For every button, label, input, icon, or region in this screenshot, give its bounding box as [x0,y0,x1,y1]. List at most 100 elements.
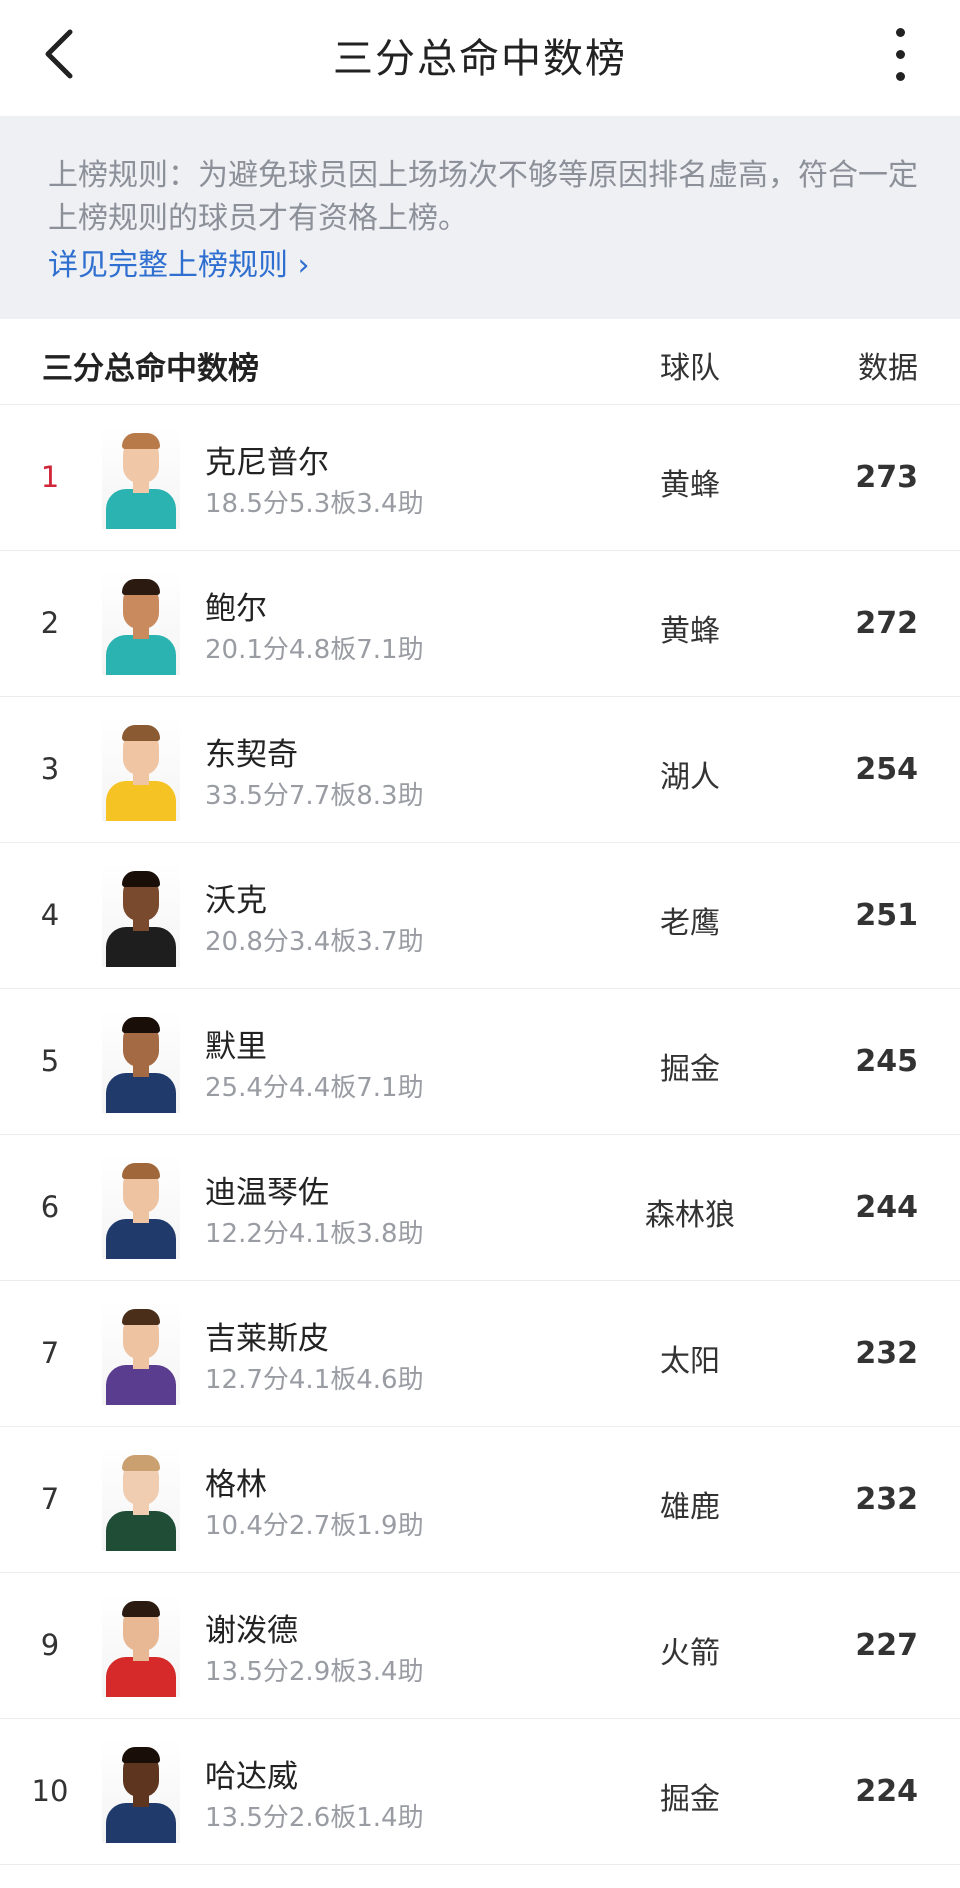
stat-value: 245 [855,1044,918,1079]
player-stats: 25.4分4.4板7.1助 [205,1073,424,1103]
rank-number: 2 [40,606,60,640]
rank-number: 6 [40,1190,60,1224]
team-name: 湖人 [660,760,720,795]
stat-value: 232 [855,1482,918,1517]
player-stats: 13.5分2.6板1.4助 [205,1803,424,1833]
more-vertical-icon-dot [896,50,905,59]
player-avatar[interactable] [102,863,180,967]
rank-number: 7 [40,1336,60,1370]
table-row[interactable]: 9 谢泼德 13.5分2.9板3.4助 火箭 227 [0,1573,960,1719]
table-header: 三分总命中数榜 球队 数据 [0,319,960,405]
stat-value: 272 [855,606,918,641]
player-name[interactable]: 谢泼德 [205,1605,298,1650]
avatar-jersey [106,1657,176,1697]
avatar-jersey [106,635,176,675]
player-name[interactable]: 迪温琴佐 [205,1167,329,1212]
stat-value: 251 [855,898,918,933]
rank-number: 10 [31,1774,69,1808]
player-stats: 10.4分2.7板1.9助 [205,1511,424,1541]
avatar-jersey [106,1365,176,1405]
rank-number: 5 [40,1044,60,1078]
table-row[interactable]: 6 迪温琴佐 12.2分4.1板3.8助 森林狼 244 [0,1135,960,1281]
rules-text: 上榜规则：为避免球员因上场场次不够等原因排名虚高，符合一定上榜规则的球员才有资格… [48,158,918,236]
avatar-jersey [106,781,176,821]
player-stats: 33.5分7.7板8.3助 [205,781,424,811]
rank-number: 9 [40,1628,60,1662]
avatar-jersey [106,1511,176,1551]
player-name[interactable]: 吉莱斯皮 [205,1313,329,1358]
page-title: 三分总命中数榜 [333,36,627,82]
team-name: 太阳 [660,1344,720,1379]
rules-panel: 上榜规则：为避免球员因上场场次不够等原因排名虚高，符合一定上榜规则的球员才有资格… [0,116,960,319]
team-name: 老鹰 [660,906,720,941]
player-name[interactable]: 克尼普尔 [205,437,329,482]
avatar-jersey [106,927,176,967]
stat-value: 273 [855,460,918,495]
avatar-hair [122,433,160,449]
player-avatar[interactable] [102,425,180,529]
player-name[interactable]: 哈达威 [205,1751,298,1796]
stat-value: 227 [855,1628,918,1663]
avatar-hair [122,725,160,741]
team-column-header: 球队 [660,351,720,386]
table-row[interactable]: 7 吉莱斯皮 12.7分4.1板4.6助 太阳 232 [0,1281,960,1427]
player-avatar[interactable] [102,1447,180,1551]
avatar-hair [122,1455,160,1471]
full-rules-link[interactable]: 详见完整上榜规则 › [48,244,310,287]
player-avatar[interactable] [102,1155,180,1259]
player-avatar[interactable] [102,1301,180,1405]
table-row[interactable]: 7 格林 10.4分2.7板1.9助 雄鹿 232 [0,1427,960,1573]
rank-number: 7 [40,1482,60,1516]
player-name[interactable]: 格林 [205,1459,267,1504]
stat-value: 224 [855,1774,918,1809]
player-avatar[interactable] [102,571,180,675]
rank-number: 1 [40,460,60,494]
player-avatar[interactable] [102,717,180,821]
player-name[interactable]: 鲍尔 [205,583,267,628]
player-name[interactable]: 默里 [205,1021,267,1066]
stat-value: 232 [855,1336,918,1371]
player-avatar[interactable] [102,1739,180,1843]
avatar-jersey [106,1803,176,1843]
data-column-header: 数据 [858,351,918,386]
avatar-hair [122,871,160,887]
rank-number: 3 [40,752,60,786]
table-row[interactable]: 10 哈达威 13.5分2.6板1.4助 掘金 224 [0,1719,960,1865]
table-title: 三分总命中数榜 [42,351,259,387]
table-row[interactable]: 5 默里 25.4分4.4板7.1助 掘金 245 [0,989,960,1135]
player-avatar[interactable] [102,1009,180,1113]
more-options-button[interactable] [870,14,930,94]
player-stats: 20.1分4.8板7.1助 [205,635,424,665]
avatar-hair [122,1601,160,1617]
stat-value: 254 [855,752,918,787]
avatar-hair [122,1309,160,1325]
player-name[interactable]: 沃克 [205,875,267,920]
team-name: 掘金 [660,1052,720,1087]
avatar-hair [122,1747,160,1763]
player-stats: 13.5分2.9板3.4助 [205,1657,424,1687]
team-name: 黄蜂 [660,468,720,503]
more-vertical-icon [896,28,905,37]
team-name: 森林狼 [645,1198,735,1233]
player-stats: 12.2分4.1板3.8助 [205,1219,424,1249]
player-avatar[interactable] [102,1593,180,1697]
table-row[interactable]: 3 东契奇 33.5分7.7板8.3助 湖人 254 [0,697,960,843]
avatar-jersey [106,489,176,529]
ranking-list: 1 克尼普尔 18.5分5.3板3.4助 黄蜂 273 2 鲍尔 20.1分4.… [0,405,960,1865]
avatar-hair [122,579,160,595]
team-name: 火箭 [660,1636,720,1671]
table-row[interactable]: 2 鲍尔 20.1分4.8板7.1助 黄蜂 272 [0,551,960,697]
player-name[interactable]: 东契奇 [205,729,298,774]
stat-value: 244 [855,1190,918,1225]
team-name: 黄蜂 [660,614,720,649]
avatar-hair [122,1017,160,1033]
top-bar: 三分总命中数榜 [0,0,960,116]
player-stats: 20.8分3.4板3.7助 [205,927,424,957]
table-row[interactable]: 4 沃克 20.8分3.4板3.7助 老鹰 251 [0,843,960,989]
more-vertical-icon-dot [896,72,905,81]
avatar-jersey [106,1073,176,1113]
avatar-hair [122,1163,160,1179]
table-row[interactable]: 1 克尼普尔 18.5分5.3板3.4助 黄蜂 273 [0,405,960,551]
team-name: 掘金 [660,1782,720,1817]
avatar-jersey [106,1219,176,1259]
